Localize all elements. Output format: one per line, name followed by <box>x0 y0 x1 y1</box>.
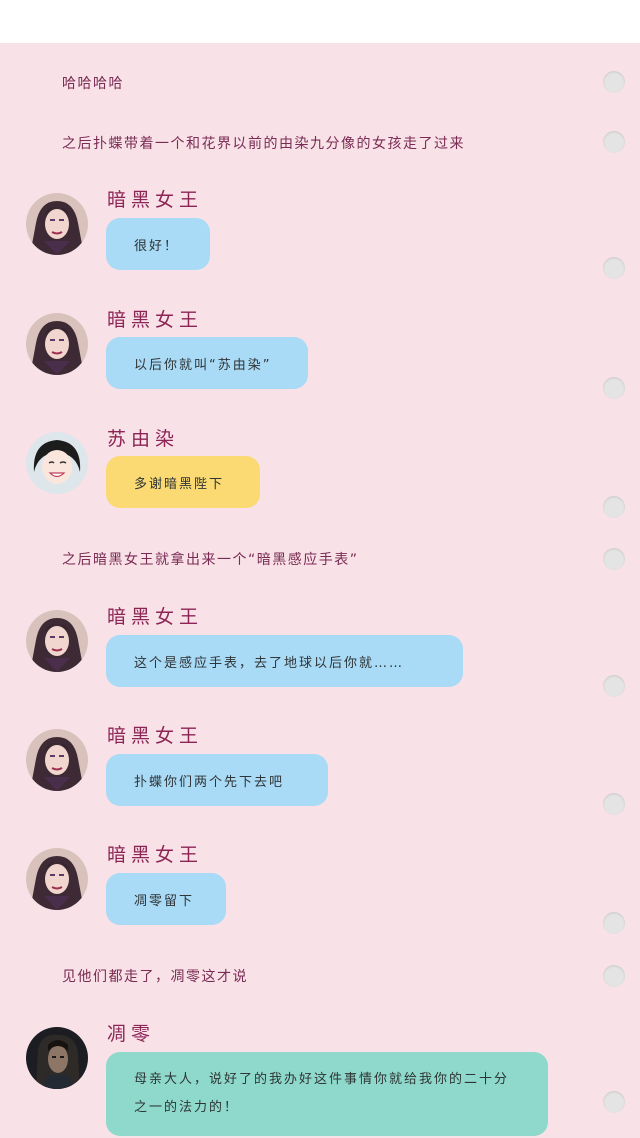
message-bubble[interactable]: 母亲大人，说好了的我办好这件事情你就给我你的二十分之一的法力的！ <box>106 1052 548 1136</box>
message-text: 这个是感应手表，去了地球以后你就…… <box>134 655 405 671</box>
dark-queen-avatar[interactable] <box>26 729 88 791</box>
binder-hole <box>603 496 625 518</box>
message-bubble[interactable]: 这个是感应手表，去了地球以后你就…… <box>106 635 463 687</box>
message-bubble[interactable]: 以后你就叫“苏由染” <box>106 337 308 389</box>
binder-hole <box>603 548 625 570</box>
dark-queen-avatar[interactable] <box>26 193 88 255</box>
dark-queen-avatar[interactable] <box>26 848 88 910</box>
su-you-ran-avatar[interactable] <box>26 432 88 494</box>
message-text: 很好！ <box>134 238 180 254</box>
sender-name: 暗黑女王 <box>107 606 204 628</box>
sender-name: 暗黑女王 <box>107 844 204 866</box>
binder-hole <box>603 965 625 987</box>
narration-text: 之后暗黑女王就拿出来一个“暗黑感应手表” <box>62 552 359 568</box>
narration-text: 见他们都走了，凋零这才说 <box>62 969 248 985</box>
narration-text: 之后扑蝶带着一个和花界以前的由染九分像的女孩走了过来 <box>62 136 465 152</box>
message-text: 扑蝶你们两个先下去吧 <box>134 774 285 790</box>
sender-name: 暗黑女王 <box>107 725 204 747</box>
sender-name: 凋零 <box>107 1023 156 1045</box>
sender-name: 暗黑女王 <box>107 309 204 331</box>
message-bubble[interactable]: 很好！ <box>106 218 210 270</box>
binder-hole <box>603 377 625 399</box>
message-text: 母亲大人，说好了的我办好这件事情你就给我你的二十分之一的法力的！ <box>134 1072 510 1115</box>
binder-hole <box>603 1091 625 1113</box>
sender-name: 苏由染 <box>107 428 180 450</box>
binder-hole <box>603 675 625 697</box>
message-bubble[interactable]: 凋零留下 <box>106 873 226 925</box>
diao-ling-avatar[interactable] <box>26 1027 88 1089</box>
dark-queen-avatar[interactable] <box>26 313 88 375</box>
binder-hole <box>603 71 625 93</box>
chat-page: 哈哈哈哈 之后扑蝶带着一个和花界以前的由染九分像的女孩走了过来 暗黑女王 很好！… <box>0 43 640 1138</box>
sender-name: 暗黑女王 <box>107 189 204 211</box>
dark-queen-avatar[interactable] <box>26 610 88 672</box>
message-text: 凋零留下 <box>134 893 195 909</box>
binder-hole <box>603 912 625 934</box>
message-bubble[interactable]: 扑蝶你们两个先下去吧 <box>106 754 328 806</box>
message-bubble[interactable]: 多谢暗黑陛下 <box>106 456 260 508</box>
message-text: 多谢暗黑陛下 <box>134 476 225 492</box>
binder-hole <box>603 257 625 279</box>
narration-text: 哈哈哈哈 <box>62 76 124 92</box>
message-text: 以后你就叫“苏由染” <box>134 357 272 373</box>
binder-hole <box>603 793 625 815</box>
binder-hole <box>603 131 625 153</box>
